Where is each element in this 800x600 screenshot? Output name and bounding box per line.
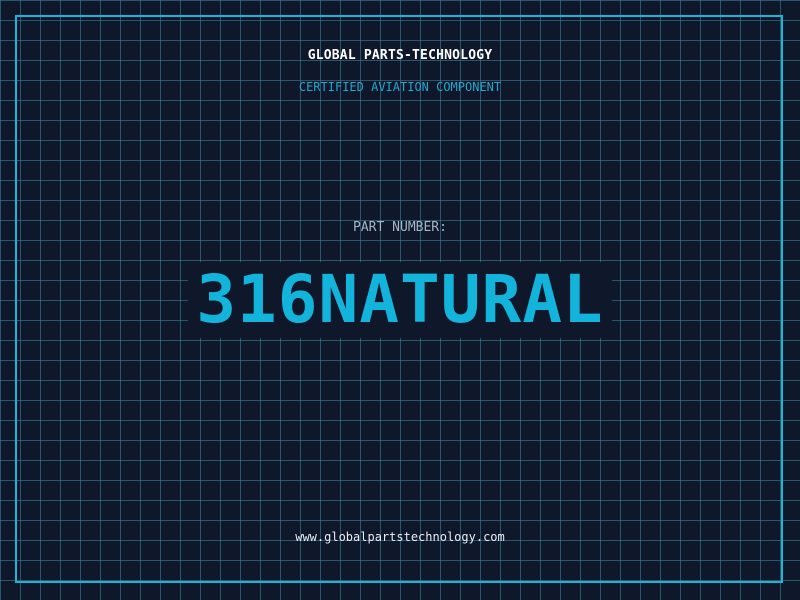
company-name: GLOBAL PARTS-TECHNOLOGY (307, 48, 493, 63)
part-label-card: GLOBAL PARTS-TECHNOLOGY CERTIFIED AVIATI… (0, 0, 800, 600)
part-number-container: 316NATURAL (0, 262, 800, 338)
certification-subtitle: CERTIFIED AVIATION COMPONENT (298, 80, 502, 94)
part-number-label: PART NUMBER: (353, 220, 447, 235)
website-url: www.globalpartstechnology.com (295, 530, 505, 544)
part-number-value: 316NATURAL (188, 262, 612, 338)
